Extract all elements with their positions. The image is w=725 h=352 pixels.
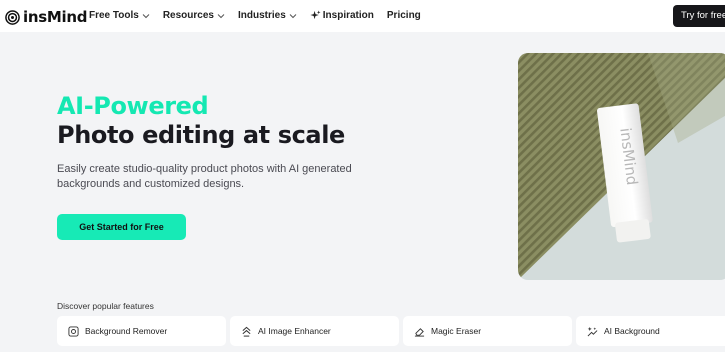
features-heading: Discover popular features (57, 301, 154, 311)
background-remover-icon (68, 325, 79, 337)
main-menu: Free Tools Resources Industries Inspirat… (89, 10, 434, 21)
hero-product-image: insMind (518, 53, 725, 280)
nav-item-label: Resources (162, 10, 214, 21)
feature-card-ai-image-enhancer[interactable]: AI Image Enhancer (230, 316, 399, 346)
chevron-down-icon (142, 13, 150, 18)
nav-item-inspiration[interactable]: Inspiration (310, 10, 374, 21)
enhancer-icon (242, 326, 251, 337)
nav-item-resources[interactable]: Resources (163, 10, 225, 21)
feature-label: Magic Eraser (431, 326, 482, 336)
nav-item-label: Inspiration (322, 10, 374, 21)
brand-name: insMind (23, 8, 88, 26)
hero-subtitle: Easily create studio-quality product pho… (57, 163, 352, 190)
nav-item-label: Pricing (386, 10, 421, 21)
feature-label: Background Remover (85, 326, 168, 336)
nav-item-label: Industries (237, 10, 286, 21)
logo-icon (5, 9, 20, 25)
sparkle-icon (310, 10, 321, 20)
nav-item-label: Free Tools (89, 10, 139, 21)
nav-item-industries[interactable]: Industries (238, 10, 297, 21)
feature-card-ai-background[interactable]: AI Background (576, 316, 725, 346)
top-nav: insMind Free Tools Resources Industries … (0, 0, 725, 32)
try-for-free-button[interactable]: Try for free (673, 5, 725, 27)
chevron-down-icon (217, 13, 225, 18)
hero-title-accent: AI-Powered (57, 92, 209, 120)
product-photo: insMind (518, 53, 725, 280)
nav-item-free-tools[interactable]: Free Tools (89, 10, 150, 21)
chevron-down-icon (289, 13, 297, 18)
nav-item-pricing[interactable]: Pricing (387, 10, 421, 21)
feature-label: AI Image Enhancer (258, 326, 331, 336)
feature-card-background-remover[interactable]: Background Remover (57, 316, 226, 346)
feature-card-magic-eraser[interactable]: Magic Eraser (403, 316, 572, 346)
get-started-button[interactable]: Get Started for Free (57, 214, 186, 240)
hero-title: Photo editing at scale (57, 121, 345, 149)
brand-logo[interactable]: insMind (5, 8, 87, 26)
eraser-icon (414, 327, 425, 337)
feature-label: AI Background (604, 326, 660, 336)
ai-background-icon (587, 326, 598, 336)
